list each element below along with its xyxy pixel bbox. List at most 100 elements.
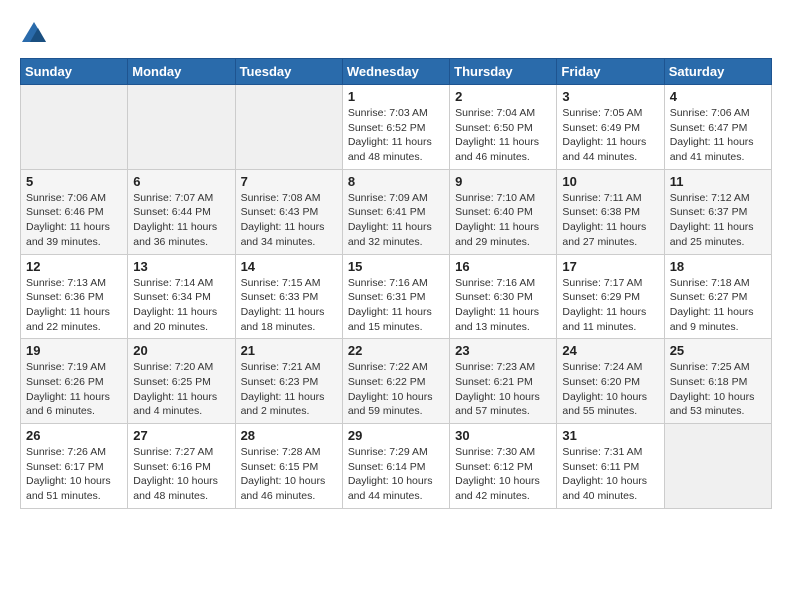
day-info: Sunrise: 7:04 AM Sunset: 6:50 PM Dayligh… <box>455 106 551 165</box>
day-info: Sunrise: 7:06 AM Sunset: 6:47 PM Dayligh… <box>670 106 766 165</box>
calendar-cell <box>664 424 771 509</box>
calendar-week-row: 12 Sunrise: 7:13 AM Sunset: 6:36 PM Dayli… <box>21 254 772 339</box>
calendar-cell: 21 Sunrise: 7:21 AM Sunset: 6:23 PM Dayli… <box>235 339 342 424</box>
day-info: Sunrise: 7:22 AM Sunset: 6:22 PM Dayligh… <box>348 360 444 419</box>
calendar-cell: 4 Sunrise: 7:06 AM Sunset: 6:47 PM Daylig… <box>664 85 771 170</box>
day-info: Sunrise: 7:17 AM Sunset: 6:29 PM Dayligh… <box>562 276 658 335</box>
day-info: Sunrise: 7:24 AM Sunset: 6:20 PM Dayligh… <box>562 360 658 419</box>
calendar-header-monday: Monday <box>128 59 235 85</box>
calendar-cell: 25 Sunrise: 7:25 AM Sunset: 6:18 PM Dayli… <box>664 339 771 424</box>
calendar-cell: 7 Sunrise: 7:08 AM Sunset: 6:43 PM Daylig… <box>235 169 342 254</box>
day-info: Sunrise: 7:23 AM Sunset: 6:21 PM Dayligh… <box>455 360 551 419</box>
calendar-cell: 13Sunrise: 7:14 AM Sunset: 6:34 PM Dayli… <box>128 254 235 339</box>
calendar-header-saturday: Saturday <box>664 59 771 85</box>
day-number: 20 <box>133 343 229 358</box>
day-number: 10 <box>562 174 658 189</box>
day-number: 30 <box>455 428 551 443</box>
day-info: Sunrise: 7:03 AM Sunset: 6:52 PM Dayligh… <box>348 106 444 165</box>
logo-icon <box>20 20 48 48</box>
day-info: Sunrise: 7:09 AM Sunset: 6:41 PM Dayligh… <box>348 191 444 250</box>
day-number: 27 <box>133 428 229 443</box>
day-info: Sunrise: 7:12 AM Sunset: 6:37 PM Dayligh… <box>670 191 766 250</box>
calendar-cell: 23 Sunrise: 7:23 AM Sunset: 6:21 PM Dayli… <box>450 339 557 424</box>
day-info: Sunrise: 7:27 AM Sunset: 6:16 PM Dayligh… <box>133 445 229 504</box>
calendar-cell: 16 Sunrise: 7:16 AM Sunset: 6:30 PM Dayli… <box>450 254 557 339</box>
calendar-cell: 20 Sunrise: 7:20 AM Sunset: 6:25 PM Dayli… <box>128 339 235 424</box>
day-number: 15 <box>348 259 444 274</box>
day-info: Sunrise: 7:30 AM Sunset: 6:12 PM Dayligh… <box>455 445 551 504</box>
calendar-cell: 29 Sunrise: 7:29 AM Sunset: 6:14 PM Dayli… <box>342 424 449 509</box>
day-number: 25 <box>670 343 766 358</box>
day-number: 26 <box>26 428 122 443</box>
calendar-cell: 5 Sunrise: 7:06 AM Sunset: 6:46 PM Daylig… <box>21 169 128 254</box>
calendar-week-row: 26 Sunrise: 7:26 AM Sunset: 6:17 PM Dayli… <box>21 424 772 509</box>
day-info: Sunrise: 7:13 AM Sunset: 6:36 PM Dayligh… <box>26 276 122 335</box>
day-info: Sunrise: 7:25 AM Sunset: 6:18 PM Dayligh… <box>670 360 766 419</box>
calendar-cell: 22 Sunrise: 7:22 AM Sunset: 6:22 PM Dayli… <box>342 339 449 424</box>
calendar-cell: 9 Sunrise: 7:10 AM Sunset: 6:40 PM Daylig… <box>450 169 557 254</box>
day-number: 23 <box>455 343 551 358</box>
day-number: 21 <box>241 343 337 358</box>
logo <box>20 20 52 48</box>
day-number: 2 <box>455 89 551 104</box>
calendar-cell: 28Sunrise: 7:28 AM Sunset: 6:15 PM Dayli… <box>235 424 342 509</box>
calendar-cell: 27 Sunrise: 7:27 AM Sunset: 6:16 PM Dayli… <box>128 424 235 509</box>
day-info: Sunrise: 7:16 AM Sunset: 6:30 PM Dayligh… <box>455 276 551 335</box>
day-number: 22 <box>348 343 444 358</box>
day-info: Sunrise: 7:10 AM Sunset: 6:40 PM Dayligh… <box>455 191 551 250</box>
calendar-cell <box>235 85 342 170</box>
calendar-header-thursday: Thursday <box>450 59 557 85</box>
header <box>20 20 772 48</box>
calendar-cell: 3 Sunrise: 7:05 AM Sunset: 6:49 PM Daylig… <box>557 85 664 170</box>
calendar-cell: 18 Sunrise: 7:18 AM Sunset: 6:27 PM Dayli… <box>664 254 771 339</box>
calendar-cell: 8Sunrise: 7:09 AM Sunset: 6:41 PM Daylig… <box>342 169 449 254</box>
day-info: Sunrise: 7:26 AM Sunset: 6:17 PM Dayligh… <box>26 445 122 504</box>
calendar-header-sunday: Sunday <box>21 59 128 85</box>
day-info: Sunrise: 7:21 AM Sunset: 6:23 PM Dayligh… <box>241 360 337 419</box>
day-number: 9 <box>455 174 551 189</box>
day-info: Sunrise: 7:06 AM Sunset: 6:46 PM Dayligh… <box>26 191 122 250</box>
calendar-week-row: 5 Sunrise: 7:06 AM Sunset: 6:46 PM Daylig… <box>21 169 772 254</box>
page: SundayMondayTuesdayWednesdayThursdayFrid… <box>0 0 792 519</box>
day-number: 12 <box>26 259 122 274</box>
day-info: Sunrise: 7:11 AM Sunset: 6:38 PM Dayligh… <box>562 191 658 250</box>
calendar-cell: 6Sunrise: 7:07 AM Sunset: 6:44 PM Daylig… <box>128 169 235 254</box>
calendar-cell: 17 Sunrise: 7:17 AM Sunset: 6:29 PM Dayli… <box>557 254 664 339</box>
day-number: 16 <box>455 259 551 274</box>
day-number: 7 <box>241 174 337 189</box>
calendar-header-row: SundayMondayTuesdayWednesdayThursdayFrid… <box>21 59 772 85</box>
day-info: Sunrise: 7:29 AM Sunset: 6:14 PM Dayligh… <box>348 445 444 504</box>
day-info: Sunrise: 7:15 AM Sunset: 6:33 PM Dayligh… <box>241 276 337 335</box>
day-number: 24 <box>562 343 658 358</box>
calendar-cell: 24 Sunrise: 7:24 AM Sunset: 6:20 PM Dayli… <box>557 339 664 424</box>
calendar-cell: 1Sunrise: 7:03 AM Sunset: 6:52 PM Daylig… <box>342 85 449 170</box>
day-info: Sunrise: 7:28 AM Sunset: 6:15 PM Dayligh… <box>241 445 337 504</box>
day-info: Sunrise: 7:19 AM Sunset: 6:26 PM Dayligh… <box>26 360 122 419</box>
day-number: 17 <box>562 259 658 274</box>
calendar-cell: 26 Sunrise: 7:26 AM Sunset: 6:17 PM Dayli… <box>21 424 128 509</box>
calendar-week-row: 19Sunrise: 7:19 AM Sunset: 6:26 PM Dayli… <box>21 339 772 424</box>
day-info: Sunrise: 7:31 AM Sunset: 6:11 PM Dayligh… <box>562 445 658 504</box>
calendar-header-friday: Friday <box>557 59 664 85</box>
day-info: Sunrise: 7:18 AM Sunset: 6:27 PM Dayligh… <box>670 276 766 335</box>
calendar-cell: 19Sunrise: 7:19 AM Sunset: 6:26 PM Dayli… <box>21 339 128 424</box>
calendar-cell: 12 Sunrise: 7:13 AM Sunset: 6:36 PM Dayli… <box>21 254 128 339</box>
day-number: 3 <box>562 89 658 104</box>
calendar-cell: 14Sunrise: 7:15 AM Sunset: 6:33 PM Dayli… <box>235 254 342 339</box>
calendar-cell: 10 Sunrise: 7:11 AM Sunset: 6:38 PM Dayli… <box>557 169 664 254</box>
day-info: Sunrise: 7:16 AM Sunset: 6:31 PM Dayligh… <box>348 276 444 335</box>
day-number: 29 <box>348 428 444 443</box>
day-info: Sunrise: 7:05 AM Sunset: 6:49 PM Dayligh… <box>562 106 658 165</box>
day-number: 5 <box>26 174 122 189</box>
day-info: Sunrise: 7:20 AM Sunset: 6:25 PM Dayligh… <box>133 360 229 419</box>
calendar-week-row: 1Sunrise: 7:03 AM Sunset: 6:52 PM Daylig… <box>21 85 772 170</box>
day-number: 18 <box>670 259 766 274</box>
calendar-cell: 31Sunrise: 7:31 AM Sunset: 6:11 PM Dayli… <box>557 424 664 509</box>
calendar-cell: 30 Sunrise: 7:30 AM Sunset: 6:12 PM Dayli… <box>450 424 557 509</box>
day-number: 6 <box>133 174 229 189</box>
day-info: Sunrise: 7:08 AM Sunset: 6:43 PM Dayligh… <box>241 191 337 250</box>
calendar-cell <box>21 85 128 170</box>
day-number: 11 <box>670 174 766 189</box>
calendar-header-wednesday: Wednesday <box>342 59 449 85</box>
day-number: 4 <box>670 89 766 104</box>
